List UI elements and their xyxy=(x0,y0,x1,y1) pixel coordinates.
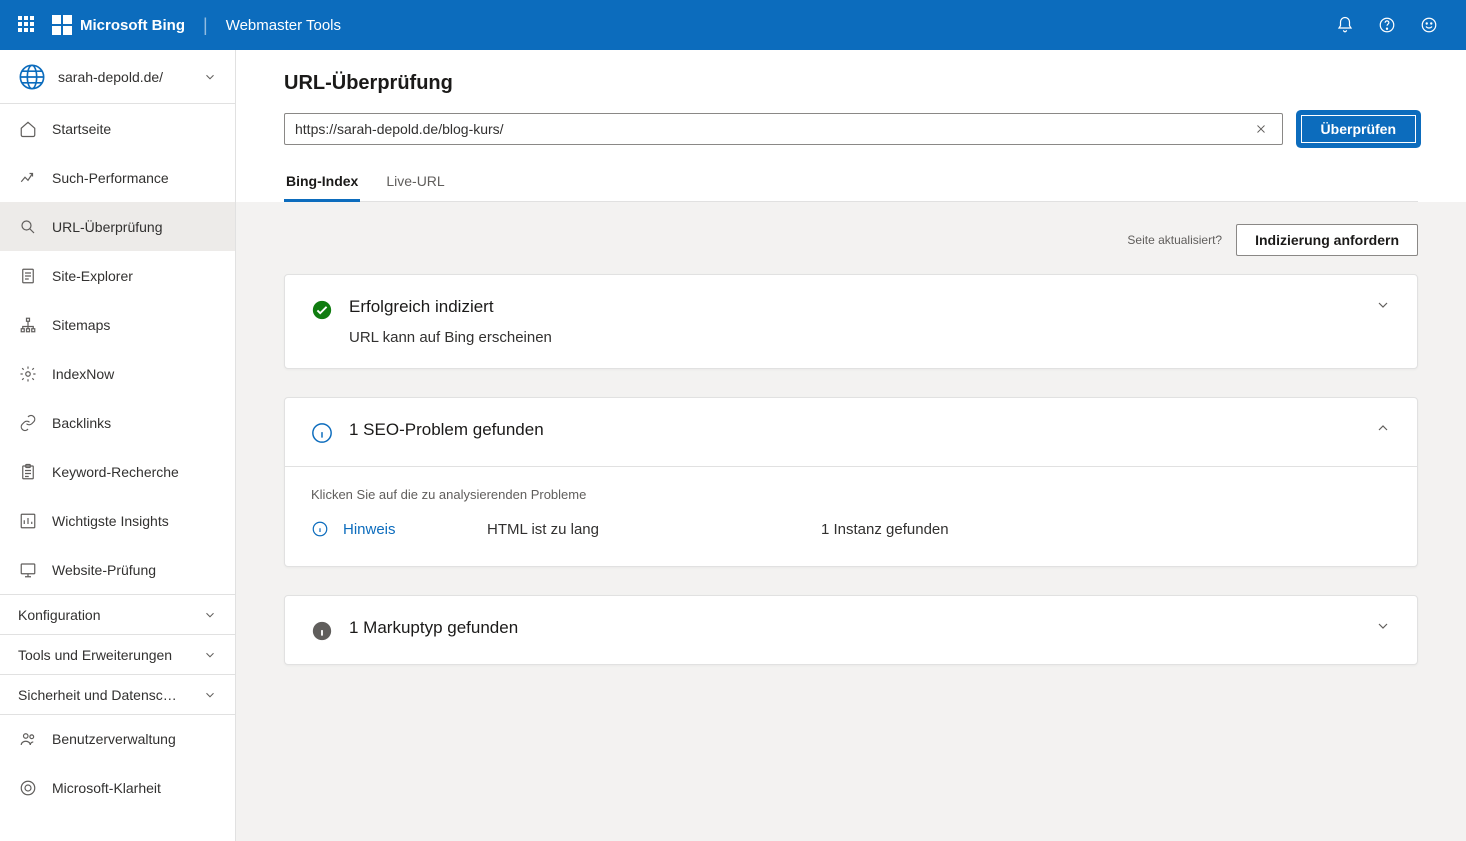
document-icon xyxy=(18,267,38,285)
card-markup-header[interactable]: 1 Markuptyp gefunden xyxy=(285,596,1417,664)
nav-sitemaps[interactable]: Sitemaps xyxy=(0,300,235,349)
nav-url-inspection[interactable]: URL-Überprüfung xyxy=(0,202,235,251)
clipboard-icon xyxy=(18,463,38,481)
nav-label: URL-Überprüfung xyxy=(52,219,163,235)
globe-icon xyxy=(18,63,46,91)
nav-label: Microsoft-Klarheit xyxy=(52,780,161,796)
sidebar: sarah-depold.de/ Startseite Such-Perform… xyxy=(0,50,236,841)
tab-bing-index[interactable]: Bing-Index xyxy=(284,163,360,201)
search-icon xyxy=(18,218,38,236)
notifications-icon[interactable] xyxy=(1336,16,1354,34)
nav-label: Backlinks xyxy=(52,415,111,431)
insights-icon xyxy=(18,512,38,530)
card-seo-header[interactable]: 1 SEO-Problem gefunden xyxy=(285,398,1417,466)
nav-section-configuration[interactable]: Konfiguration xyxy=(0,594,235,634)
card-indexed: Erfolgreich indiziert URL kann auf Bing … xyxy=(284,274,1418,369)
card-title: 1 Markuptyp gefunden xyxy=(349,618,1359,638)
clear-input-button[interactable] xyxy=(1250,122,1272,136)
seo-issue-row[interactable]: Hinweis HTML ist zu lang 1 Instanz gefun… xyxy=(311,520,1391,538)
app-header: Microsoft Bing | Webmaster Tools xyxy=(0,0,1466,50)
nav-label: IndexNow xyxy=(52,366,114,382)
page-title: URL-Überprüfung xyxy=(284,72,1418,95)
card-title: 1 SEO-Problem gefunden xyxy=(349,420,1359,440)
issue-severity: Hinweis xyxy=(343,521,473,538)
card-markup: 1 Markuptyp gefunden xyxy=(284,595,1418,665)
header-left: Microsoft Bing | Webmaster Tools xyxy=(10,15,341,36)
product-name: Webmaster Tools xyxy=(226,17,341,34)
nav-keyword-research[interactable]: Keyword-Recherche xyxy=(0,447,235,496)
inspect-button[interactable]: Überprüfen xyxy=(1299,113,1418,145)
people-icon xyxy=(18,730,38,748)
chevron-down-icon xyxy=(203,70,217,84)
card-subtitle: URL kann auf Bing erscheinen xyxy=(349,329,1359,346)
app-launcher-icon[interactable] xyxy=(18,16,36,34)
issue-description: HTML ist zu lang xyxy=(487,521,807,538)
nav-section-tools[interactable]: Tools und Erweiterungen xyxy=(0,634,235,674)
nav-label: Benutzerverwaltung xyxy=(52,731,176,747)
section-label: Tools und Erweiterungen xyxy=(18,647,172,663)
nav-search-performance[interactable]: Such-Performance xyxy=(0,153,235,202)
nav-home[interactable]: Startseite xyxy=(0,104,235,153)
gear-icon xyxy=(18,365,38,383)
card-indexed-header[interactable]: Erfolgreich indiziert URL kann auf Bing … xyxy=(285,275,1417,368)
nav-label: Site-Explorer xyxy=(52,268,133,284)
tabs: Bing-Index Live-URL xyxy=(284,163,1418,202)
success-icon xyxy=(311,299,333,321)
nav-backlinks[interactable]: Backlinks xyxy=(0,398,235,447)
chevron-up-icon xyxy=(1375,420,1391,436)
nav-label: Website-Prüfung xyxy=(52,562,156,578)
nav-label: Wichtigste Insights xyxy=(52,513,169,529)
nav-label: Startseite xyxy=(52,121,111,137)
info-icon xyxy=(311,422,333,444)
chevron-down-icon xyxy=(203,648,217,662)
nav-label: Keyword-Recherche xyxy=(52,464,179,480)
request-indexing-button[interactable]: Indizierung anfordern xyxy=(1236,224,1418,256)
chevron-down-icon xyxy=(203,688,217,702)
card-seo-body: Klicken Sie auf die zu analysierenden Pr… xyxy=(285,466,1417,566)
microsoft-logo-icon xyxy=(52,15,72,35)
nav-label: Sitemaps xyxy=(52,317,110,333)
help-icon[interactable] xyxy=(1378,16,1396,34)
nav-site-scan[interactable]: Website-Prüfung xyxy=(0,545,235,594)
nav-top-insights[interactable]: Wichtigste Insights xyxy=(0,496,235,545)
header-divider: | xyxy=(203,15,208,36)
link-icon xyxy=(18,414,38,432)
content-area: Seite aktualisiert? Indizierung anforder… xyxy=(236,202,1466,841)
feedback-icon[interactable] xyxy=(1420,16,1438,34)
action-row: Seite aktualisiert? Indizierung anforder… xyxy=(284,224,1418,256)
url-input-wrapper[interactable] xyxy=(284,113,1283,145)
monitor-icon xyxy=(18,561,38,579)
nav-label: Such-Performance xyxy=(52,170,169,186)
clarity-icon xyxy=(18,779,38,797)
nav-user-management[interactable]: Benutzerverwaltung xyxy=(0,714,235,763)
card-seo: 1 SEO-Problem gefunden Klicken Sie auf d… xyxy=(284,397,1418,567)
chevron-down-icon xyxy=(203,608,217,622)
chevron-down-icon xyxy=(1375,618,1391,634)
nav-ms-clarity[interactable]: Microsoft-Klarheit xyxy=(0,763,235,812)
hierarchy-icon xyxy=(18,316,38,334)
url-input[interactable] xyxy=(295,121,1250,137)
home-icon xyxy=(18,120,38,138)
tab-live-url[interactable]: Live-URL xyxy=(384,163,446,201)
section-label: Sicherheit und Datensc… xyxy=(18,687,177,703)
issue-count: 1 Instanz gefunden xyxy=(821,521,949,538)
site-domain: sarah-depold.de/ xyxy=(58,69,163,85)
nav-indexnow[interactable]: IndexNow xyxy=(0,349,235,398)
main-header: URL-Überprüfung Überprüfen Bing-Index Li… xyxy=(236,50,1466,202)
section-label: Konfiguration xyxy=(18,607,101,623)
site-selector[interactable]: sarah-depold.de/ xyxy=(0,50,235,104)
main-content: URL-Überprüfung Überprüfen Bing-Index Li… xyxy=(236,50,1466,841)
info-filled-icon xyxy=(311,620,333,642)
card-title: Erfolgreich indiziert xyxy=(349,297,1359,317)
url-inspect-row: Überprüfen xyxy=(284,113,1418,145)
seo-instruction: Klicken Sie auf die zu analysierenden Pr… xyxy=(311,487,1391,502)
page-updated-hint: Seite aktualisiert? xyxy=(1127,233,1222,247)
header-right xyxy=(1336,16,1456,34)
nav-section-security[interactable]: Sicherheit und Datensc… xyxy=(0,674,235,714)
logo-text: Microsoft Bing xyxy=(80,17,185,34)
chevron-down-icon xyxy=(1375,297,1391,313)
nav-site-explorer[interactable]: Site-Explorer xyxy=(0,251,235,300)
info-icon xyxy=(311,520,329,538)
trend-icon xyxy=(18,169,38,187)
